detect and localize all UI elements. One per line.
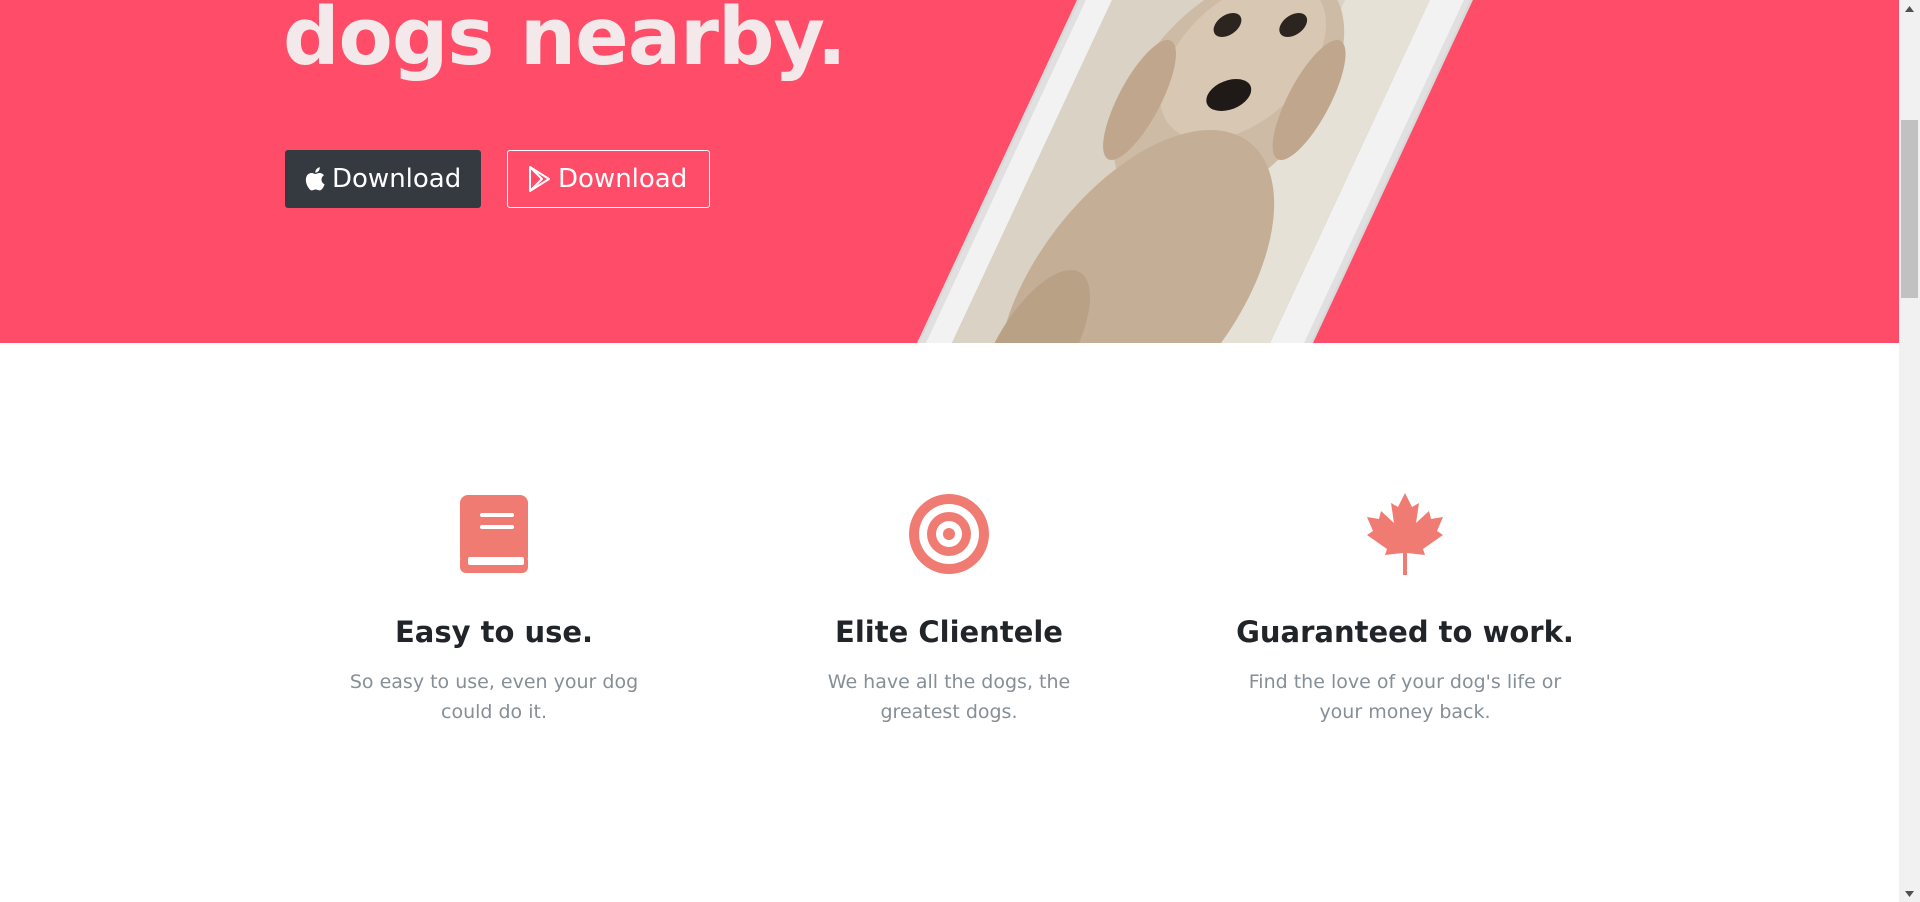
feature-title: Guaranteed to work.: [1236, 615, 1574, 649]
scroll-up-arrow-icon[interactable]: [1899, 0, 1920, 17]
phone-mockup: [865, 0, 1545, 343]
google-play-icon: [528, 166, 552, 192]
dog-photo: [911, 0, 1482, 343]
feature-description: We have all the dogs, the greatest dogs.: [827, 671, 1071, 723]
feature-description: Find the love of your dog's life or your…: [1248, 671, 1562, 723]
google-play-download-label: Download: [558, 164, 688, 194]
app-store-download-button[interactable]: Download: [285, 150, 481, 208]
book-icon: [294, 493, 694, 575]
feature-elite-clientele: Elite Clientele We have all the dogs, th…: [749, 493, 1149, 727]
phone-screen: [911, 0, 1482, 343]
hero-section: dogs nearby. Download Download: [0, 0, 1899, 343]
vertical-scrollbar[interactable]: [1899, 0, 1920, 902]
feature-title: Easy to use.: [394, 615, 594, 649]
app-store-download-label: Download: [332, 164, 462, 194]
feature-guaranteed: Guaranteed to work. Find the love of you…: [1205, 493, 1605, 727]
page: dogs nearby. Download Download Easy to u…: [0, 0, 1920, 902]
apple-icon: [304, 166, 326, 192]
feature-title: Elite Clientele: [835, 615, 1063, 649]
google-play-download-button[interactable]: Download: [507, 150, 710, 208]
maple-leaf-icon: [1205, 493, 1605, 575]
target-icon: [749, 493, 1149, 575]
feature-description: So easy to use, even your dog could do i…: [349, 671, 639, 723]
feature-easy-to-use: Easy to use. So easy to use, even your d…: [294, 493, 694, 727]
hero-title: dogs nearby.: [283, 0, 847, 83]
scroll-down-arrow-icon[interactable]: [1899, 885, 1920, 902]
scrollbar-thumb[interactable]: [1901, 120, 1918, 298]
features-section: Easy to use. So easy to use, even your d…: [0, 343, 1899, 902]
